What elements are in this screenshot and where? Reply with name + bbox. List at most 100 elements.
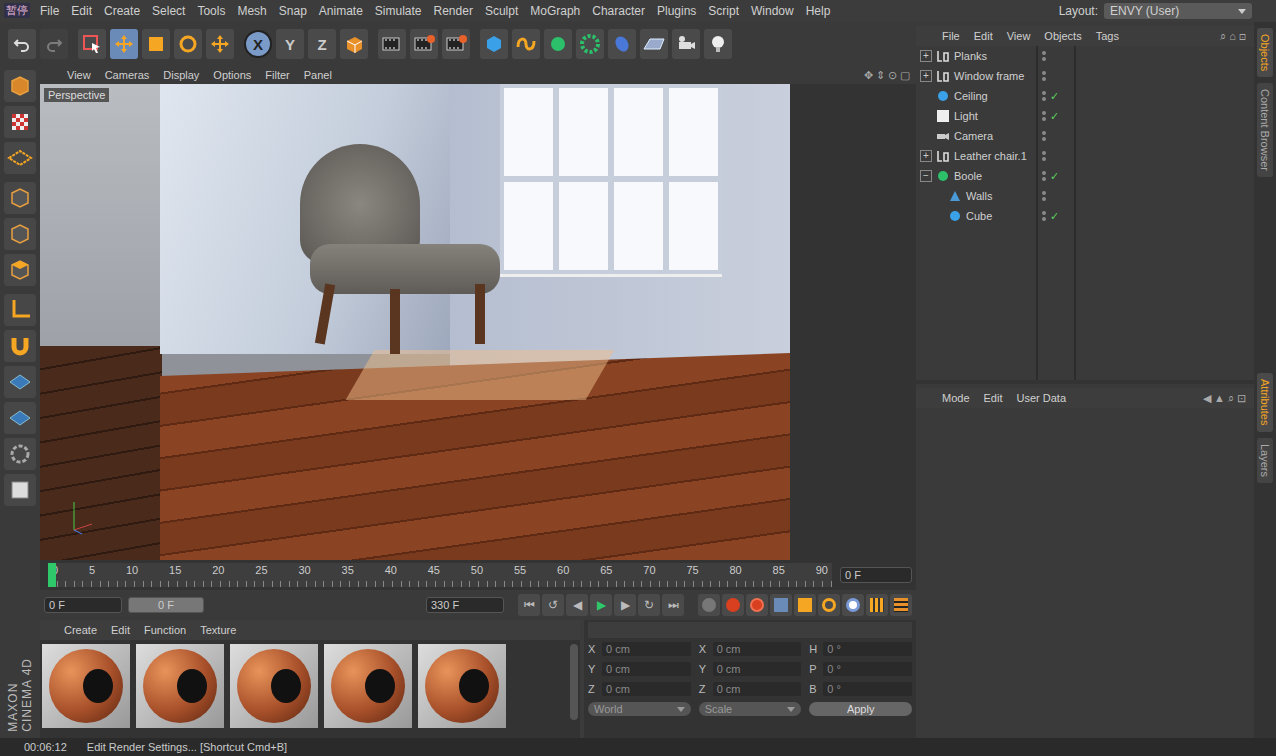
side-tab[interactable]: Layers: [1257, 438, 1273, 483]
prev-key-icon[interactable]: ↺: [542, 594, 564, 616]
go-start-icon[interactable]: ⏮: [518, 594, 540, 616]
expander-icon[interactable]: −: [920, 170, 932, 182]
menu-item[interactable]: Help: [800, 0, 837, 22]
expander-icon[interactable]: +: [920, 70, 932, 82]
attribute-nav-icon[interactable]: ◀ ▲ ⌕ ⊡: [1203, 392, 1254, 405]
object-menu-item[interactable]: Objects: [1038, 30, 1089, 42]
snap-icon[interactable]: [4, 366, 36, 398]
rot-key-icon[interactable]: [818, 594, 840, 616]
object-row[interactable]: Walls: [916, 186, 1254, 206]
material-menu-item[interactable]: Edit: [105, 624, 138, 636]
points-icon[interactable]: [4, 182, 36, 214]
menu-item[interactable]: Sculpt: [479, 0, 524, 22]
timeline-icon[interactable]: [890, 594, 912, 616]
size-mode-dropdown[interactable]: Scale: [699, 702, 802, 716]
timeline-ruler[interactable]: 051015202530354045505560657075808590: [48, 563, 832, 587]
scrollbar[interactable]: [570, 644, 578, 720]
param-key-icon[interactable]: [842, 594, 864, 616]
material-swatch[interactable]: [324, 644, 412, 728]
redo-icon[interactable]: [40, 29, 68, 59]
cube-icon[interactable]: [480, 29, 508, 59]
viewport-menu-item[interactable]: Options: [206, 69, 258, 81]
start-frame-field[interactable]: 0 F: [44, 597, 122, 613]
expander-icon[interactable]: [932, 190, 944, 202]
menu-item[interactable]: Tools: [191, 0, 231, 22]
coordinate-field[interactable]: 0 cm: [713, 662, 802, 676]
attribute-menu-item[interactable]: User Data: [1011, 392, 1075, 404]
coordinate-system-icon[interactable]: [340, 29, 368, 59]
expander-icon[interactable]: [920, 90, 932, 102]
next-key-icon[interactable]: ↻: [638, 594, 660, 616]
bake-icon[interactable]: [4, 438, 36, 470]
autokey-icon[interactable]: [722, 594, 744, 616]
visibility-dots-icon[interactable]: [1042, 71, 1046, 81]
current-frame-field[interactable]: 0 F: [840, 567, 912, 583]
visibility-dots-icon[interactable]: [1042, 211, 1046, 221]
rotate-icon[interactable]: [174, 29, 202, 59]
texture-icon[interactable]: [4, 106, 36, 138]
material-swatch[interactable]: [42, 644, 130, 728]
attribute-menu-item[interactable]: Mode: [936, 392, 978, 404]
object-row[interactable]: +Window frame: [916, 66, 1254, 86]
menu-item[interactable]: File: [34, 0, 65, 22]
object-row[interactable]: Cube✓: [916, 206, 1254, 226]
menu-item[interactable]: MoGraph: [524, 0, 586, 22]
renderview-icon[interactable]: [410, 29, 438, 59]
object-menu-item[interactable]: Tags: [1090, 30, 1127, 42]
visibility-dots-icon[interactable]: [1042, 51, 1046, 61]
light-icon[interactable]: [704, 29, 732, 59]
lock-icon[interactable]: [4, 402, 36, 434]
keyselection-icon[interactable]: [746, 594, 768, 616]
menu-item[interactable]: Mesh: [231, 0, 272, 22]
playhead[interactable]: [48, 563, 56, 587]
move-icon[interactable]: [110, 29, 138, 59]
menu-item[interactable]: Character: [586, 0, 651, 22]
material-menu-item[interactable]: Texture: [194, 624, 244, 636]
viewport-menu-item[interactable]: Cameras: [98, 69, 157, 81]
expander-icon[interactable]: +: [920, 150, 932, 162]
menu-item[interactable]: Render: [428, 0, 479, 22]
select-icon[interactable]: [78, 29, 106, 59]
record-icon[interactable]: [698, 594, 720, 616]
object-row[interactable]: +Planks: [916, 46, 1254, 66]
visibility-dots-icon[interactable]: [1042, 111, 1046, 121]
play-icon[interactable]: ▶: [590, 594, 612, 616]
render-view[interactable]: Perspective: [40, 84, 916, 560]
workplane-icon[interactable]: [4, 142, 36, 174]
enabled-check-icon[interactable]: ✓: [1050, 170, 1060, 183]
axis-toggle[interactable]: X: [244, 30, 272, 58]
scale-icon[interactable]: [142, 29, 170, 59]
coordinate-field[interactable]: 0 cm: [602, 662, 691, 676]
next-frame-icon[interactable]: ▶: [614, 594, 636, 616]
visibility-dots-icon[interactable]: [1042, 91, 1046, 101]
menu-item[interactable]: Snap: [273, 0, 313, 22]
object-row[interactable]: −Boole✓: [916, 166, 1254, 186]
apply-button[interactable]: Apply: [809, 702, 912, 716]
coordinate-field[interactable]: 0 °: [823, 642, 912, 656]
magnet-icon[interactable]: [4, 330, 36, 362]
undo-icon[interactable]: [8, 29, 36, 59]
pos-key-icon[interactable]: [770, 594, 792, 616]
coordinate-field[interactable]: 0 °: [823, 682, 912, 696]
go-end-icon[interactable]: ⏭: [662, 594, 684, 616]
visibility-dots-icon[interactable]: [1042, 151, 1046, 161]
visibility-dots-icon[interactable]: [1042, 191, 1046, 201]
viewport-menu-item[interactable]: Filter: [258, 69, 296, 81]
enabled-check-icon[interactable]: ✓: [1050, 210, 1060, 223]
scale-key-icon[interactable]: [794, 594, 816, 616]
render-icon[interactable]: [378, 29, 406, 59]
coordinate-mode-dropdown[interactable]: World: [588, 702, 691, 716]
object-menu-item[interactable]: View: [1001, 30, 1039, 42]
object-menu-item[interactable]: File: [936, 30, 968, 42]
menu-item[interactable]: Edit: [65, 0, 98, 22]
coordinate-field[interactable]: 0 cm: [602, 682, 691, 696]
attribute-menu-item[interactable]: Edit: [978, 392, 1011, 404]
viewport-navigation-icon[interactable]: ✥ ⇕ ⊙ ▢: [864, 69, 916, 82]
menu-item[interactable]: Script: [702, 0, 745, 22]
menu-item[interactable]: Plugins: [651, 0, 702, 22]
side-tab[interactable]: Attributes: [1257, 373, 1273, 431]
menu-item[interactable]: Select: [146, 0, 191, 22]
material-swatch[interactable]: [418, 644, 506, 728]
object-row[interactable]: Light✓: [916, 106, 1254, 126]
viewport-menu-item[interactable]: Panel: [297, 69, 339, 81]
